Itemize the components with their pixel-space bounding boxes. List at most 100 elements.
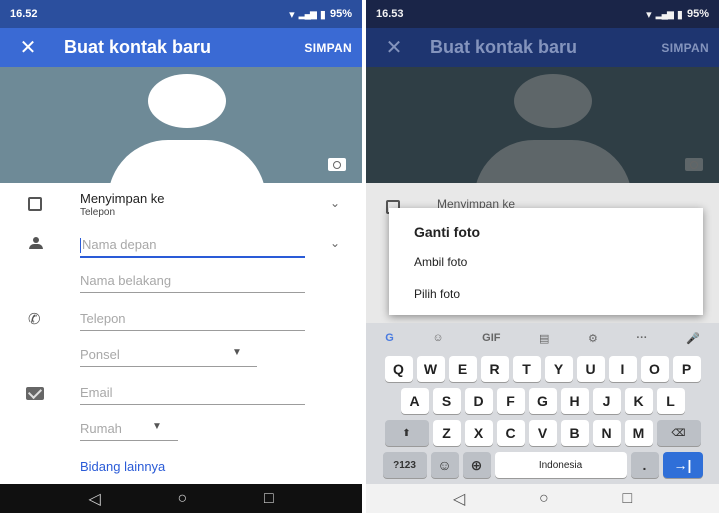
last-name-underline	[80, 292, 305, 293]
choose-photo-option[interactable]: Pilih foto	[414, 284, 678, 316]
save-button[interactable]: SIMPAN	[304, 41, 352, 55]
avatar-head	[148, 74, 226, 128]
key[interactable]: E	[448, 356, 477, 382]
key[interactable]: W	[416, 356, 445, 382]
key[interactable]: X	[464, 420, 493, 446]
battery-icon: ▮	[676, 8, 683, 21]
key[interactable]: I	[608, 356, 637, 382]
key[interactable]: C	[496, 420, 525, 446]
key[interactable]: H	[560, 388, 589, 414]
phone-type-select[interactable]: Ponsel	[80, 347, 120, 362]
signal-icon: ▂▄▆	[655, 8, 674, 19]
battery-percent: 95%	[329, 8, 352, 20]
save-button[interactable]: SIMPAN	[661, 41, 709, 55]
settings-icon[interactable]: ⚙	[588, 332, 598, 345]
status-bar: 16.53 ▾ ▂▄▆ ▮ 95%	[366, 0, 719, 28]
storage-label[interactable]: Menyimpan ke	[80, 191, 165, 206]
key[interactable]: U	[576, 356, 605, 382]
camera-icon[interactable]	[328, 158, 346, 171]
sticker-icon[interactable]: ☺	[432, 332, 443, 344]
phone-input[interactable]: Telepon	[80, 311, 126, 326]
key[interactable]: O	[640, 356, 669, 382]
shift-key[interactable]: ⬆	[384, 420, 429, 446]
page-title: Buat kontak baru	[430, 37, 578, 57]
email-input[interactable]: Email	[80, 385, 113, 400]
backspace-key[interactable]: ⌫	[656, 420, 701, 446]
soft-keyboard: G ☺ GIF ▤ ⚙ ··· 🎤 Q W E R T Y U I O P A …	[366, 323, 719, 484]
last-name-input[interactable]: Nama belakang	[80, 273, 171, 288]
numbers-key[interactable]: ?123	[382, 452, 427, 478]
right-screen: 16.53 ▾ ▂▄▆ ▮ 95% ✕ Buat kontak baru SIM…	[366, 0, 719, 513]
back-icon[interactable]: ◁	[88, 489, 100, 509]
home-icon[interactable]: ○	[177, 490, 187, 508]
google-icon[interactable]: G	[385, 332, 394, 344]
status-time: 16.53	[376, 8, 404, 20]
close-button[interactable]: ✕	[376, 35, 412, 60]
storage-dropdown-chevron-icon[interactable]: ⌄	[330, 196, 340, 210]
key[interactable]: K	[624, 388, 653, 414]
key[interactable]: Z	[432, 420, 461, 446]
contact-photo-area	[366, 67, 719, 183]
phone-type-caret-icon[interactable]: ▼	[232, 347, 242, 358]
key[interactable]: M	[624, 420, 653, 446]
globe-icon[interactable]: ⊕	[462, 452, 491, 478]
keyboard-row-2: A S D F G H J K L	[366, 388, 719, 414]
phone-type-underline	[80, 366, 257, 367]
first-name-input[interactable]: Nama depan	[80, 237, 156, 254]
storage-value[interactable]: Telepon	[80, 207, 115, 218]
key[interactable]: B	[560, 420, 589, 446]
first-name-underline	[80, 256, 305, 258]
name-expand-chevron-icon[interactable]: ⌄	[330, 236, 340, 250]
home-icon[interactable]: ○	[539, 490, 549, 508]
key[interactable]: Q	[384, 356, 413, 382]
keyboard-row-4: ?123 ☺ ⊕ Indonesia . →|	[366, 452, 719, 478]
gif-button[interactable]: GIF	[482, 332, 500, 344]
recents-icon[interactable]: □	[622, 490, 632, 508]
keyboard-row-3: ⬆ Z X C V B N M ⌫	[366, 420, 719, 446]
app-bar: ✕ Buat kontak baru SIMPAN	[0, 28, 362, 67]
key[interactable]: P	[672, 356, 701, 382]
key[interactable]: L	[656, 388, 685, 414]
status-bar: 16.52 ▾ ▂▄▆ ▮ 95%	[0, 0, 362, 28]
wifi-icon: ▾	[646, 8, 652, 21]
microphone-icon[interactable]: 🎤	[686, 332, 700, 345]
key[interactable]: A	[400, 388, 429, 414]
email-underline	[80, 404, 305, 405]
app-bar: ✕ Buat kontak baru SIMPAN	[366, 28, 719, 67]
emoji-key[interactable]: ☺	[430, 452, 459, 478]
take-photo-option[interactable]: Ambil foto	[414, 252, 678, 284]
more-icon[interactable]: ···	[636, 332, 647, 344]
key[interactable]: R	[480, 356, 509, 382]
key[interactable]: N	[592, 420, 621, 446]
key[interactable]: T	[512, 356, 541, 382]
phone-underline	[80, 330, 305, 331]
key[interactable]: Y	[544, 356, 573, 382]
email-type-select[interactable]: Rumah	[80, 421, 122, 436]
close-button[interactable]: ✕	[10, 35, 46, 60]
avatar-head	[514, 74, 592, 128]
key[interactable]: G	[528, 388, 557, 414]
navigation-bar: ◁ ○ □	[366, 484, 719, 513]
person-icon	[28, 237, 44, 249]
period-key[interactable]: .	[630, 452, 659, 478]
space-key[interactable]: Indonesia	[494, 452, 627, 478]
storage-icon	[28, 197, 42, 211]
key[interactable]: F	[496, 388, 525, 414]
back-icon[interactable]: ◁	[453, 489, 465, 509]
key[interactable]: V	[528, 420, 557, 446]
navigation-bar: ◁ ○ □	[0, 484, 362, 513]
key[interactable]: S	[432, 388, 461, 414]
camera-icon	[685, 158, 703, 171]
status-time: 16.52	[10, 8, 38, 20]
clipboard-icon[interactable]: ▤	[539, 332, 549, 345]
email-type-caret-icon[interactable]: ▼	[152, 421, 162, 432]
recents-icon[interactable]: □	[264, 490, 274, 508]
contact-photo-area[interactable]	[0, 67, 362, 183]
key[interactable]: J	[592, 388, 621, 414]
key[interactable]: D	[464, 388, 493, 414]
enter-key[interactable]: →|	[662, 452, 703, 478]
avatar-body	[108, 140, 266, 183]
keyboard-toolbar: G ☺ GIF ▤ ⚙ ··· 🎤	[366, 323, 719, 353]
avatar-body	[474, 140, 632, 183]
more-fields-link[interactable]: Bidang lainnya	[80, 459, 165, 474]
